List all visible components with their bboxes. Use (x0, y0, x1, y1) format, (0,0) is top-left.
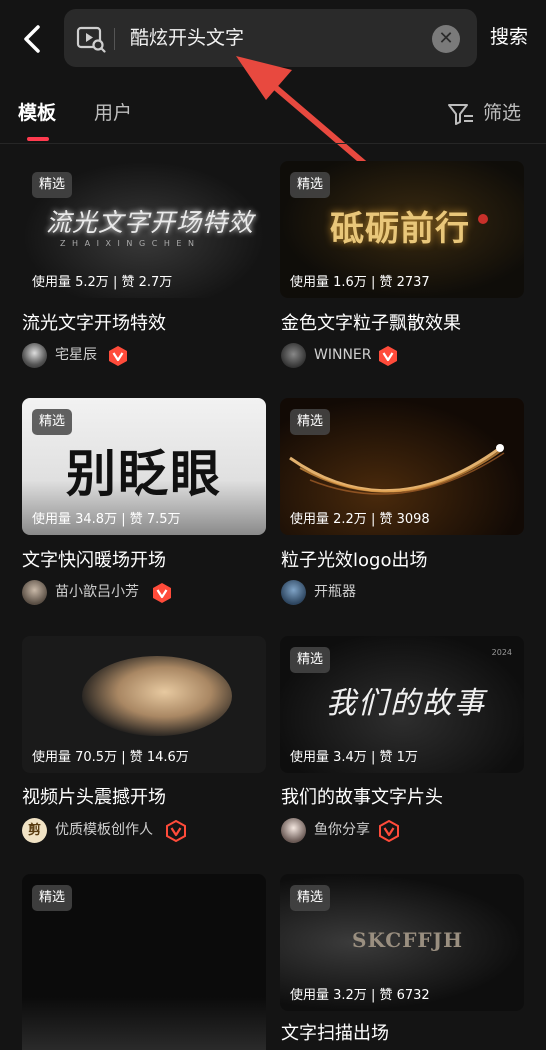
template-title[interactable]: 我们的故事文字片头 (281, 784, 443, 812)
thumbnail-text: 砥砺前行 (330, 209, 470, 249)
featured-badge: 精选 (32, 172, 73, 198)
usage-stats: 使用量 2.2万 | 赞 3098 (290, 512, 430, 527)
template-card-thumbnail[interactable]: 2024 我们的故事 精选 使用量 3.4万 | 赞 1万 (280, 636, 524, 773)
tab-users[interactable]: 用户 (94, 98, 132, 128)
template-author[interactable]: 鱼你分享 (281, 818, 521, 844)
search-divider (114, 28, 115, 50)
usage-stats: 使用量 70.5万 | 赞 14.6万 (32, 750, 189, 765)
avatar (281, 818, 306, 843)
avatar (22, 343, 47, 368)
featured-badge: 精选 (32, 409, 73, 435)
verified-creator-icon (109, 346, 127, 366)
template-card-thumbnail[interactable]: 精选 (22, 874, 266, 1050)
template-author[interactable]: 宅星辰 (22, 343, 262, 369)
thumbnail-text: 别眨眼 (66, 445, 222, 503)
usage-stats: 使用量 3.4万 | 赞 1万 (290, 750, 418, 765)
thumbnail-text: 流光文字开场特效 (46, 208, 255, 237)
author-name: 宅星辰 (55, 347, 97, 363)
seal-mark (478, 214, 488, 224)
featured-badge: 精选 (32, 885, 73, 911)
tabs-divider (0, 143, 546, 144)
usage-stats: 使用量 34.8万 | 赞 7.5万 (32, 512, 181, 527)
template-title[interactable]: 文字扫描出场 (281, 1020, 389, 1048)
featured-badge: 精选 (290, 409, 331, 435)
template-card-thumbnail[interactable]: 别眨眼 精选 使用量 34.8万 | 赞 7.5万 (22, 398, 266, 535)
search-button[interactable]: 搜索 (490, 22, 528, 52)
template-title[interactable]: 粒子光效logo出场 (281, 547, 427, 575)
verified-creator-icon (379, 346, 397, 366)
author-name: 苗小歆吕小芳 (55, 584, 139, 600)
template-title[interactable]: 视频片头震撼开场 (22, 784, 166, 812)
filter-icon (448, 104, 473, 125)
search-bar[interactable]: 酷炫开头文字 ✕ (64, 9, 477, 67)
template-card-thumbnail[interactable]: 使用量 70.5万 | 赞 14.6万 (22, 636, 266, 773)
filter-label: 筛选 (483, 102, 522, 124)
thumbnail-text: SKCFFJH (352, 928, 463, 952)
search-input[interactable]: 酷炫开头文字 (130, 23, 244, 53)
active-tab-indicator (27, 137, 49, 141)
template-author[interactable]: 剪 优质模板创作人 (22, 818, 262, 844)
author-name: 优质模板创作人 (55, 822, 153, 838)
featured-badge: 精选 (290, 647, 331, 673)
author-name: 开瓶器 (314, 584, 356, 600)
verified-creator-icon (166, 820, 186, 842)
template-author[interactable]: 苗小歆吕小芳 (22, 580, 262, 606)
template-title[interactable]: 金色文字粒子飘散效果 (281, 310, 461, 338)
thumbnail-text: 我们的故事 (326, 686, 486, 721)
usage-stats: 使用量 5.2万 | 赞 2.7万 (32, 275, 173, 290)
avatar (281, 343, 306, 368)
tab-templates[interactable]: 模板 (18, 98, 56, 128)
avatar (22, 580, 47, 605)
avatar (281, 580, 306, 605)
smoke-graphic (82, 656, 232, 736)
author-name: WINNER (314, 347, 372, 363)
template-author[interactable]: WINNER (281, 343, 521, 369)
template-title[interactable]: 文字快闪暖场开场 (22, 547, 166, 575)
featured-badge: 精选 (290, 172, 331, 198)
clear-search-button[interactable]: ✕ (432, 25, 460, 53)
back-button[interactable] (18, 22, 48, 56)
template-card-thumbnail[interactable]: 砥砺前行 精选 使用量 1.6万 | 赞 2737 (280, 161, 524, 298)
verified-creator-icon (379, 820, 399, 842)
verified-creator-icon (153, 583, 171, 603)
close-icon: ✕ (438, 28, 454, 49)
template-card-thumbnail[interactable]: 精选 使用量 2.2万 | 赞 3098 (280, 398, 524, 535)
chevron-left-icon (24, 25, 40, 53)
author-name: 鱼你分享 (314, 822, 370, 838)
template-card-thumbnail[interactable]: 流光文字开场特效 Z H A I X I N G C H E N 精选 使用量 … (22, 161, 266, 298)
thumbnail-year: 2024 (491, 648, 512, 657)
featured-badge: 精选 (290, 885, 331, 911)
usage-stats: 使用量 3.2万 | 赞 6732 (290, 988, 430, 1003)
avatar: 剪 (22, 818, 47, 843)
template-author[interactable]: 开瓶器 (281, 580, 521, 606)
template-title[interactable]: 流光文字开场特效 (22, 310, 166, 338)
template-card-thumbnail[interactable]: SKCFFJH 精选 使用量 3.2万 | 赞 6732 (280, 874, 524, 1011)
video-search-icon (76, 26, 106, 53)
thumbnail-subtext: Z H A I X I N G C H E N (60, 239, 196, 248)
usage-stats: 使用量 1.6万 | 赞 2737 (290, 275, 430, 290)
